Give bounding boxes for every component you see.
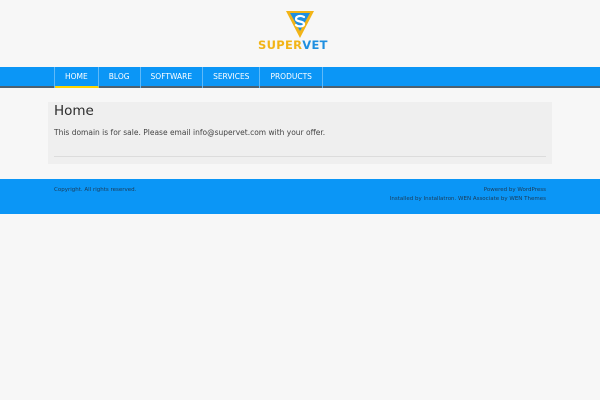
nav-item-blog[interactable]: BLOG <box>99 67 141 88</box>
logo-text-super: SUPER <box>258 38 303 52</box>
footer-copyright: Copyright. All rights reserved. <box>54 187 137 193</box>
content-area: Home This domain is for sale. Please ema… <box>48 102 552 164</box>
nav-item-home[interactable]: HOME <box>55 67 99 88</box>
logo-text-vet: VET <box>302 38 328 52</box>
supervet-logo-icon <box>286 11 314 38</box>
footer-powered-by-link[interactable]: Powered by WordPress <box>484 187 546 193</box>
nav-menu: HOME BLOG SOFTWARE SERVICES PRODUCTS <box>54 67 323 88</box>
footer-installed-by-link[interactable]: Installed by Installatron. WEN Associate… <box>390 196 546 202</box>
nav-item-software[interactable]: SOFTWARE <box>141 67 204 88</box>
site-header: SUPERVET <box>0 0 600 67</box>
content-divider <box>54 156 546 157</box>
logo-wordmark: SUPERVET <box>258 38 354 52</box>
nav-item-services[interactable]: SERVICES <box>203 67 261 88</box>
page-body-text: This domain is for sale. Please email in… <box>54 128 326 137</box>
main-navigation: HOME BLOG SOFTWARE SERVICES PRODUCTS <box>0 67 600 88</box>
site-footer: Copyright. All rights reserved. Powered … <box>0 179 600 214</box>
page-title: Home <box>54 103 94 119</box>
site-logo[interactable]: SUPERVET <box>258 9 354 53</box>
nav-item-products[interactable]: PRODUCTS <box>260 67 323 88</box>
